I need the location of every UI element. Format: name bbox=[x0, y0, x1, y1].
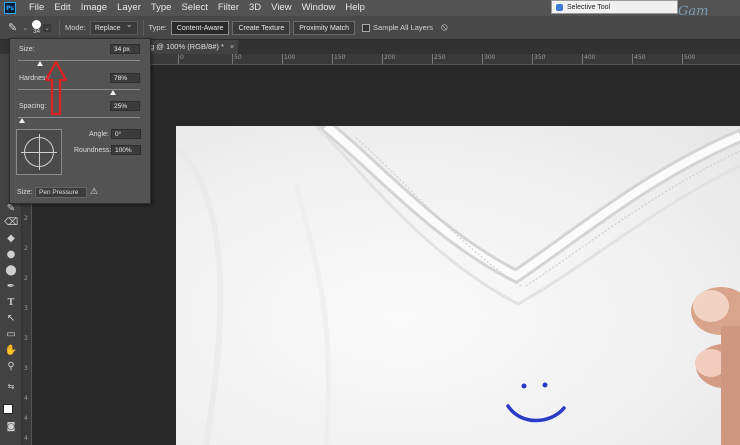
mode-select[interactable]: Replace bbox=[89, 20, 138, 35]
ruler-tick: 400 bbox=[582, 54, 595, 64]
ruler-tick: 4 bbox=[24, 395, 28, 402]
roundness-label: Roundness: bbox=[74, 147, 112, 154]
brush-size-readout: 34 bbox=[33, 29, 40, 35]
angle-field[interactable]: 0° bbox=[111, 129, 141, 139]
pressure-size-icon[interactable]: ⦸ bbox=[441, 22, 448, 33]
size-field[interactable]: 34 px bbox=[110, 44, 140, 54]
ruler-tick: 150 bbox=[332, 54, 345, 64]
divider bbox=[58, 19, 60, 36]
selective-tool-icon bbox=[556, 3, 563, 11]
close-tab-icon[interactable]: × bbox=[230, 42, 234, 51]
selective-tool-window[interactable]: Selective Tool bbox=[551, 0, 678, 14]
ruler-tick: 0 bbox=[178, 54, 184, 64]
pen-pressure-select[interactable]: Pen Pressure bbox=[35, 187, 87, 198]
ruler-tick: 2 bbox=[24, 215, 28, 222]
ruler-tick: 2 bbox=[24, 245, 28, 252]
angle-label: Angle: bbox=[89, 131, 109, 138]
ruler-tick: 50 bbox=[232, 54, 242, 64]
path-selection-icon[interactable]: ↖ bbox=[4, 312, 18, 326]
ruler-tick: 3 bbox=[24, 365, 28, 372]
document-tab[interactable]: g @ 100% (RGB/8#) * × bbox=[148, 40, 239, 54]
ruler-tick: 100 bbox=[282, 54, 295, 64]
tool-preset-dropdown-icon[interactable]: ⌄ bbox=[22, 24, 28, 32]
tshirt-illustration bbox=[176, 126, 740, 445]
swap-colors-icon[interactable]: ⇆ bbox=[4, 380, 18, 394]
brush-angle-preview[interactable] bbox=[16, 129, 62, 175]
menu-edit[interactable]: Edit bbox=[49, 0, 75, 16]
menu-type[interactable]: Type bbox=[146, 0, 177, 16]
ruler-tick: 3 bbox=[24, 335, 28, 342]
spot-healing-brush-icon[interactable]: ✎ bbox=[8, 21, 17, 34]
spacing-field[interactable]: 25% bbox=[110, 101, 140, 111]
ruler-tick: 250 bbox=[432, 54, 445, 64]
sample-all-layers-label: Sample All Layers bbox=[373, 23, 434, 32]
pen-icon[interactable]: ✒ bbox=[4, 280, 18, 294]
pen-size-label: Size: bbox=[17, 189, 33, 196]
ruler-tick: 4 bbox=[24, 435, 28, 442]
menu-file[interactable]: File bbox=[24, 0, 49, 16]
photoshop-logo-icon: Ps bbox=[4, 2, 16, 14]
size-label: Size: bbox=[19, 46, 35, 53]
ruler-tick: 200 bbox=[382, 54, 395, 64]
create-texture-button[interactable]: Create Texture bbox=[232, 20, 291, 35]
paint-bucket-icon[interactable]: ◆ bbox=[4, 232, 18, 246]
selective-tool-title: Selective Tool bbox=[567, 3, 611, 11]
hardness-slider-track[interactable] bbox=[18, 89, 140, 90]
document-tab-title: g @ 100% (RGB/8#) * bbox=[150, 42, 224, 51]
menu-view[interactable]: View bbox=[266, 0, 296, 16]
ruler-tick: 3 bbox=[24, 305, 28, 312]
type-tool-icon[interactable]: T bbox=[4, 296, 18, 310]
brush-picker-chevron-icon[interactable]: ⌄ bbox=[43, 23, 51, 32]
menu-window[interactable]: Window bbox=[297, 0, 341, 16]
brush-picker[interactable]: 34 bbox=[32, 20, 42, 35]
hardness-slider-thumb[interactable] bbox=[110, 90, 117, 95]
ruler-tick: 500 bbox=[682, 54, 695, 64]
type-label: Type: bbox=[148, 23, 167, 32]
ruler-tick: 4 bbox=[24, 415, 28, 422]
roundness-field[interactable]: 100% bbox=[111, 145, 141, 155]
menu-layer[interactable]: Layer bbox=[112, 0, 146, 16]
sponge-icon[interactable]: ⬤ bbox=[4, 264, 18, 278]
hand-tool-icon[interactable]: ✋ bbox=[4, 344, 18, 358]
sample-all-layers-checkbox[interactable] bbox=[362, 23, 371, 32]
mode-label: Mode: bbox=[64, 23, 86, 32]
brush-tip-icon bbox=[32, 20, 42, 29]
angle-axis-vertical bbox=[39, 134, 40, 170]
warning-icon: ⚠ bbox=[90, 186, 99, 196]
proximity-match-button[interactable]: Proximity Match bbox=[293, 20, 356, 35]
divider bbox=[142, 19, 144, 36]
hardness-field[interactable]: 78% bbox=[110, 73, 140, 83]
menu-3d[interactable]: 3D bbox=[244, 0, 266, 16]
ruler-tick: 300 bbox=[482, 54, 495, 64]
dodge-icon[interactable]: ● bbox=[4, 248, 18, 262]
menu-select[interactable]: Select bbox=[176, 0, 212, 16]
menu-filter[interactable]: Filter bbox=[213, 0, 244, 16]
quick-mask-icon[interactable]: ◙ bbox=[4, 420, 18, 434]
ruler-tick: 2 bbox=[24, 275, 28, 282]
rectangle-shape-icon[interactable]: ▭ bbox=[4, 328, 18, 342]
menu-image[interactable]: Image bbox=[76, 0, 112, 16]
foreground-color-swatch[interactable] bbox=[3, 404, 13, 414]
menu-help[interactable]: Help bbox=[340, 0, 370, 16]
brush-settings-panel: Size: 34 px Hardness: 78% Spacing: 25% A… bbox=[9, 38, 151, 204]
eraser-icon[interactable]: ⌫ bbox=[4, 216, 18, 230]
pencil-icon[interactable]: ✎ bbox=[4, 202, 18, 216]
tshirt-photo[interactable] bbox=[176, 126, 740, 445]
ruler-tick: 350 bbox=[532, 54, 545, 64]
spacing-slider-thumb[interactable] bbox=[18, 118, 25, 123]
zoom-icon[interactable]: ⚲ bbox=[4, 360, 18, 374]
options-bar: ✎ ⌄ 34 ⌄ Mode: Replace Type: Content-Awa… bbox=[0, 16, 740, 40]
content-aware-button[interactable]: Content-Aware bbox=[170, 20, 230, 35]
ruler-tick: 450 bbox=[632, 54, 645, 64]
horizontal-ruler: 0 50 100 150 200 250 300 350 400 450 500 bbox=[150, 54, 740, 65]
red-arrow-annotation bbox=[44, 60, 68, 116]
spacing-slider-track[interactable] bbox=[18, 117, 140, 118]
